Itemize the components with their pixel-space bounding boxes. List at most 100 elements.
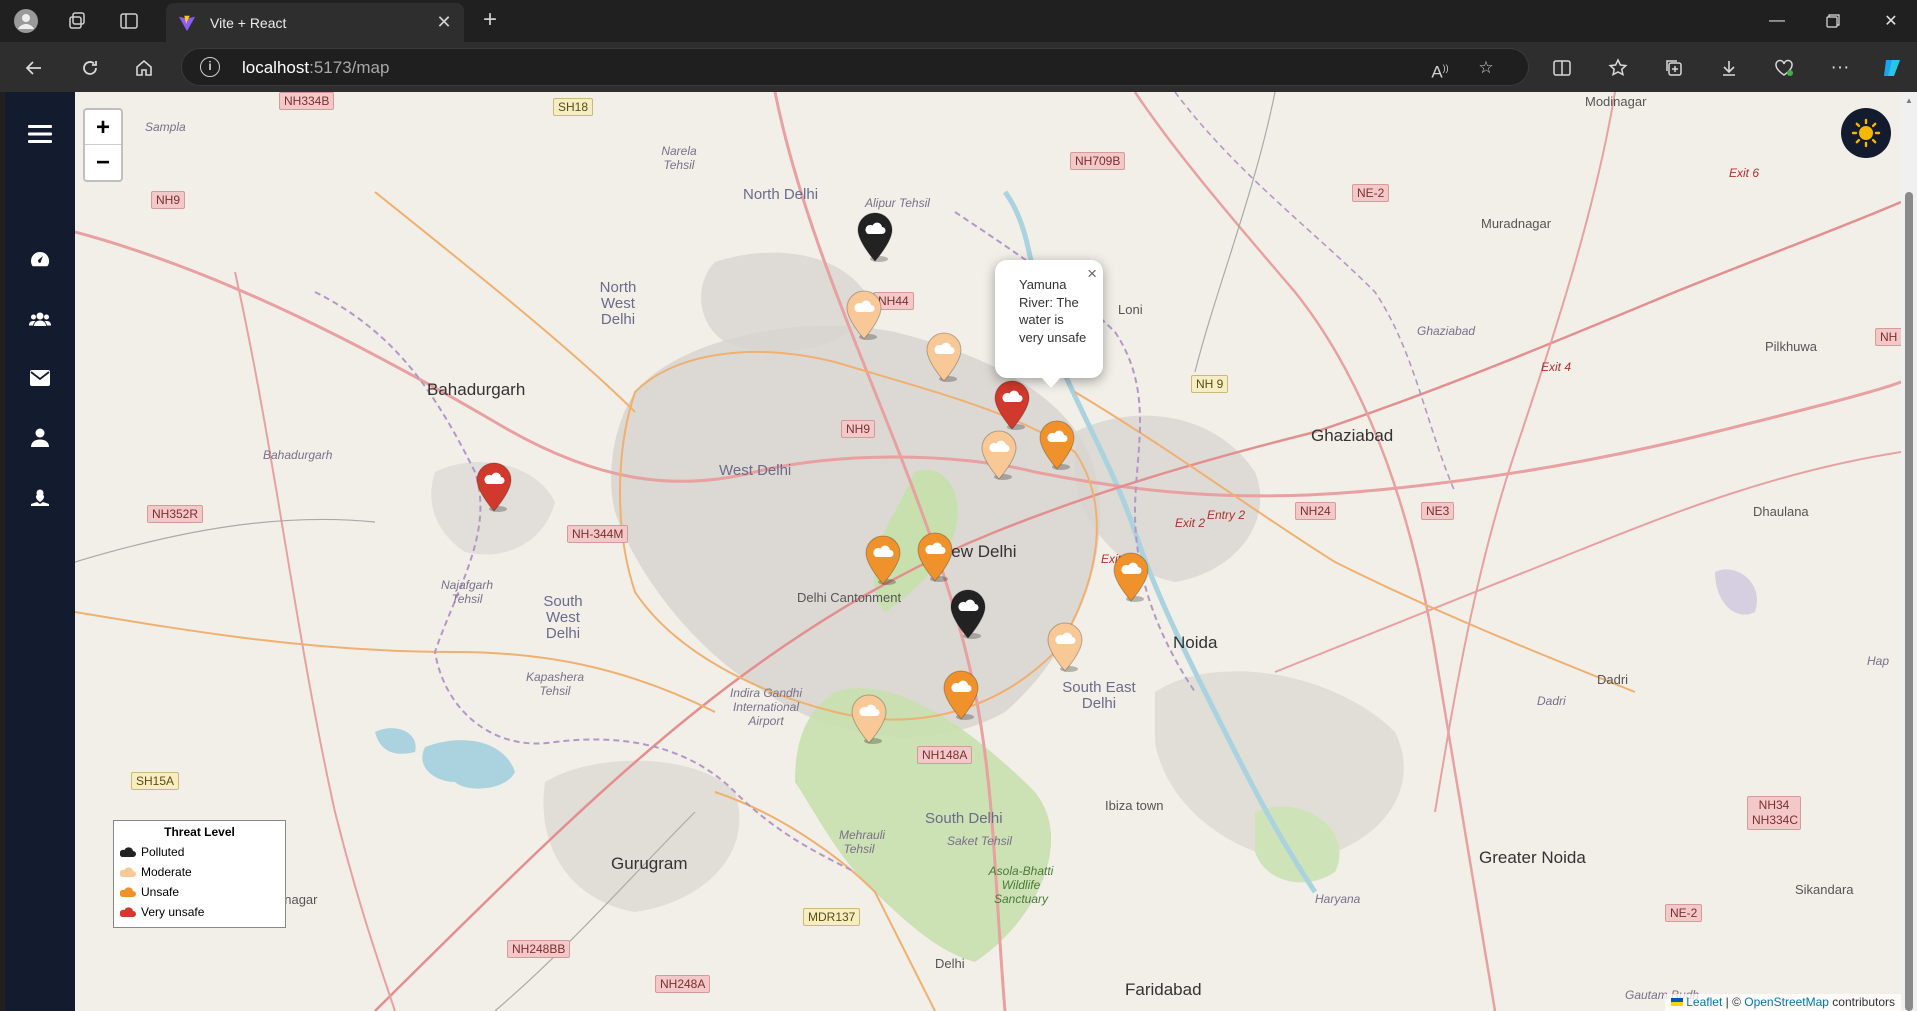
label-exit-6: Exit 6 [1729,166,1760,180]
home-icon[interactable] [128,52,160,84]
browser-tab[interactable]: Vite + React ✕ [166,3,464,42]
close-window-icon[interactable]: ✕ [1868,0,1914,42]
copilot-icon[interactable] [1876,52,1908,84]
legend-label: Unsafe [141,885,180,899]
map-marker[interactable] [950,589,986,639]
zoom-control: + − [83,108,123,182]
label-south-west-delhi: South West Delhi [543,593,583,642]
road-nh9-right: NH 9 [1191,375,1229,393]
read-aloud-icon[interactable]: A)) [1428,56,1452,82]
label-saket: Saket Tehsil [947,834,1012,848]
label-pilkhuwa: Pilkhuwa [1765,339,1818,354]
split-screen-icon[interactable] [1546,52,1578,84]
site-info-icon[interactable]: i [200,57,220,77]
map-marker[interactable] [851,694,887,744]
dashboard-icon[interactable] [22,241,58,277]
collections-icon[interactable] [1658,52,1690,84]
tab-actions-icon[interactable] [115,8,143,34]
cloud-icon [120,847,136,857]
label-bahadurgarh: Bahadurgarh [427,380,526,399]
label-asola: Asola-Bhatti Wildlife Sanctuary [988,864,1054,906]
road-nh248a: NH248A [655,975,711,993]
legend-label: Very unsafe [141,905,205,919]
page-scrollbar[interactable]: ▲ [1901,92,1917,1011]
url-text[interactable]: localhost:5173/map [242,58,389,78]
osm-link[interactable]: OpenStreetMap [1744,995,1829,1009]
road-nh248bb: NH248BB [507,940,571,958]
legend-item: Unsafe [120,882,279,902]
attribution-rest: contributors [1828,995,1895,1009]
user-icon[interactable] [22,420,58,456]
label-alipur: Alipur Tehsil [865,196,930,210]
page-viewport: New Delhi North Delhi North West Delhi W… [5,92,1917,1011]
user-heart-icon[interactable] [22,480,58,516]
scrollbar-thumb[interactable] [1905,192,1913,1011]
tab-close-icon[interactable]: ✕ [430,12,458,33]
legend-title: Threat Level [164,825,235,839]
menu-icon[interactable] [22,116,58,152]
legend-item: Very unsafe [120,902,279,922]
map-container[interactable]: New Delhi North Delhi North West Delhi W… [75,92,1901,1011]
map-marker[interactable] [476,462,512,512]
label-exit-2: Exit 2 [1175,516,1206,530]
tab-title: Vite + React [210,14,287,31]
label-haryana: Haryana [1315,892,1361,906]
road-nh-right: NH [1875,328,1901,346]
road-nh352r: NH352R [147,505,204,523]
road-nh34: NH34 NH334C [1747,796,1801,830]
popup-close-icon[interactable]: × [1087,264,1097,284]
more-menu-icon[interactable]: ··· [1824,52,1856,84]
new-tab-icon[interactable]: + [476,7,504,35]
label-sampla: Sampla [145,120,186,134]
vite-logo-icon [178,15,196,31]
attribution-sep: | © [1722,995,1745,1009]
map-marker[interactable] [1047,622,1083,672]
workspaces-icon[interactable] [63,8,91,34]
scroll-up-icon[interactable]: ▲ [1904,96,1914,106]
map-marker[interactable] [981,430,1017,480]
minimize-icon[interactable]: — [1754,0,1800,42]
label-north-delhi: North Delhi [743,186,819,203]
favorites-icon[interactable] [1602,52,1634,84]
label-bahadurgarh-small: Bahadurgarh [263,448,333,462]
map-marker[interactable] [865,535,901,585]
label-najafgarh: Najafgarh Tehsil [440,578,494,606]
downloads-icon[interactable] [1713,52,1745,84]
map-marker[interactable] [943,670,979,720]
label-tibiza-town: Ibiza town [1105,798,1164,813]
ukraine-flag-icon [1671,998,1684,1006]
refresh-icon[interactable] [74,52,106,84]
road-nh148a: NH148A [917,746,973,764]
label-north-west-delhi: North West Delhi [599,279,637,328]
map-marker[interactable] [917,532,953,582]
label-narela: Narela Tehsil [661,144,697,172]
label-entry-2: Entry 2 [1207,508,1246,522]
browser-essentials-icon[interactable] [1768,52,1800,84]
map-marker[interactable] [846,290,882,340]
restore-icon[interactable] [1810,0,1856,42]
favorite-star-icon[interactable]: ☆ [1474,56,1498,80]
users-icon[interactable] [22,301,58,337]
label-muradnagar: Muradnagar [1481,216,1552,231]
theme-toggle-button[interactable] [1841,108,1891,158]
label-delhi-small: Delhi [935,956,965,971]
address-bar[interactable]: i localhost:5173/map A)) ☆ [181,48,1529,86]
label-gurugram: Gurugram [611,854,688,873]
map-marker[interactable] [994,380,1030,430]
label-airport: Indira Gandhi International Airport [729,686,803,728]
map-marker[interactable] [857,212,893,262]
map-marker[interactable] [926,332,962,382]
map-marker[interactable] [1039,420,1075,470]
profile-avatar-icon[interactable] [12,8,40,34]
label-delhi-cantonment: Delhi Cantonment [797,590,902,605]
label-modinagar: Modinagar [1585,94,1647,109]
back-icon[interactable] [18,52,50,84]
map-marker[interactable] [1113,552,1149,602]
leaflet-link[interactable]: Leaflet [1686,995,1722,1009]
road-nh9-left: NH9 [151,191,186,209]
label-greater-noida: Greater Noida [1479,848,1586,867]
zoom-in-button[interactable]: + [85,110,121,145]
zoom-out-button[interactable]: − [85,145,121,180]
mail-icon[interactable] [22,360,58,396]
label-west-delhi: West Delhi [719,462,792,479]
